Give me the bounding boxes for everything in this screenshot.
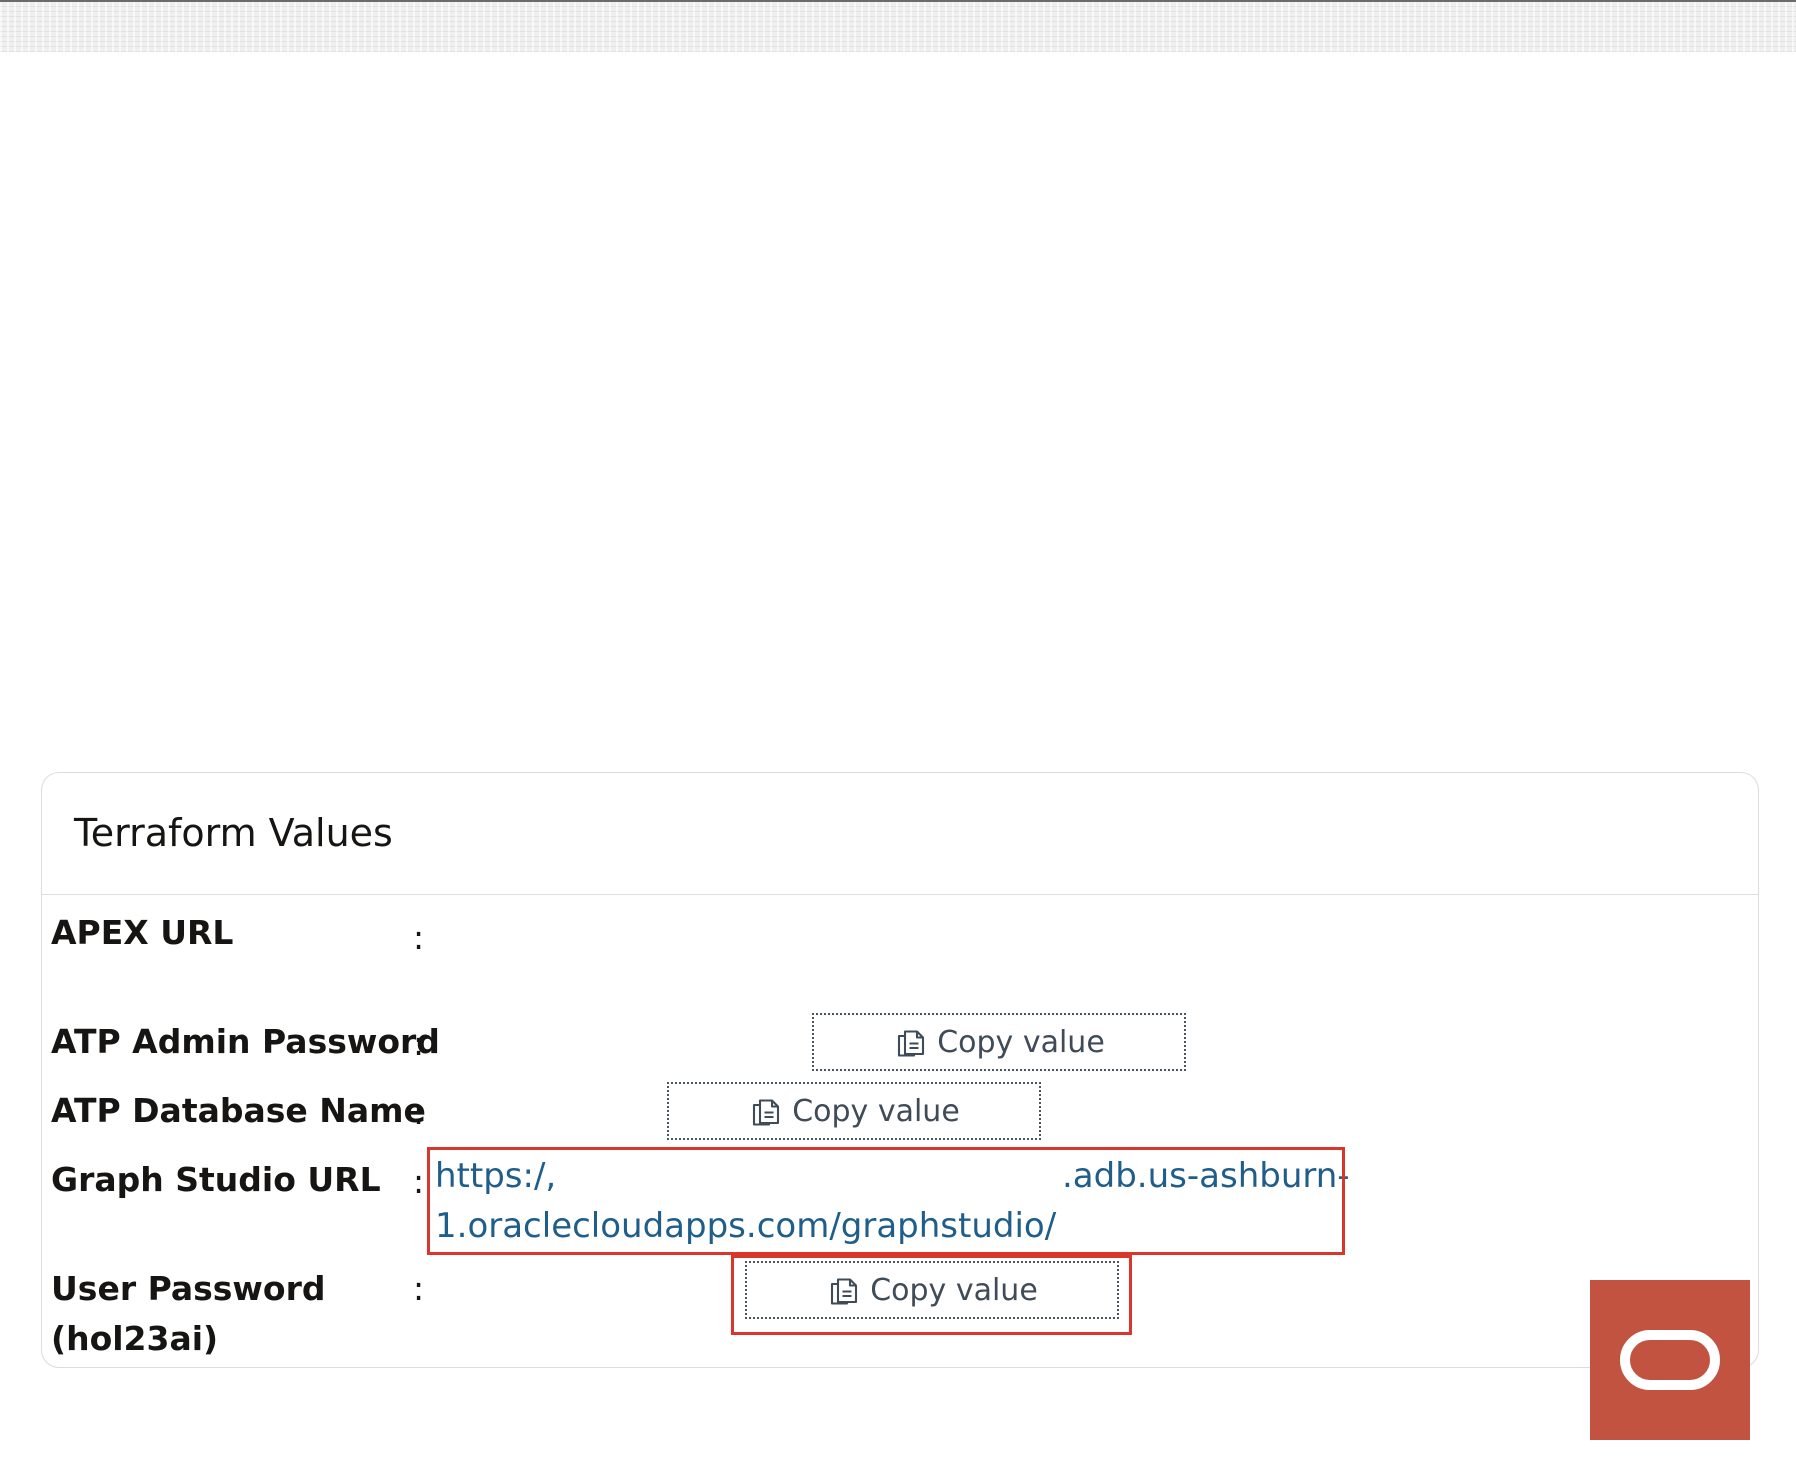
atp-database-name-label: ATP Database Name — [51, 1091, 426, 1130]
atp-database-name-separator: : — [413, 1093, 425, 1132]
apex-url-label: APEX URL — [51, 913, 234, 952]
top-texture-strip — [0, 0, 1796, 52]
graph-studio-url-label: Graph Studio URL — [51, 1160, 381, 1199]
url-part-2: .adb.us-ashburn- — [1062, 1156, 1350, 1196]
copy-button-label: Copy value — [792, 1093, 960, 1129]
atp-admin-password-copy-button[interactable]: Copy value — [812, 1013, 1186, 1071]
url-line-1: https:/, .adb.us-ashburn- — [435, 1151, 1350, 1201]
url-part-1: https:/, — [435, 1156, 557, 1196]
copy-icon — [893, 1024, 929, 1060]
user-password-copy-button[interactable]: Copy value — [745, 1261, 1119, 1319]
apex-url-separator: : — [413, 918, 425, 957]
graph-studio-url-separator: : — [413, 1162, 425, 1201]
atp-admin-password-label: ATP Admin Password — [51, 1022, 440, 1061]
oracle-logo-icon — [1620, 1330, 1720, 1390]
user-password-label-line-2: (hol23ai) — [51, 1319, 219, 1358]
panel-header: Terraform Values — [42, 773, 1758, 895]
copy-button-label: Copy value — [937, 1024, 1105, 1060]
atp-database-name-copy-button[interactable]: Copy value — [667, 1082, 1041, 1140]
atp-admin-password-separator: : — [413, 1024, 425, 1063]
panel-title: Terraform Values — [74, 811, 393, 855]
graph-studio-url-link[interactable]: https:/, .adb.us-ashburn- 1.oracleclouda… — [435, 1151, 1350, 1251]
terraform-values-panel: Terraform Values APEX URL : ATP Admin Pa… — [41, 772, 1759, 1368]
user-password-label: User Password (hol23ai) — [51, 1264, 326, 1364]
oracle-badge-button[interactable] — [1590, 1280, 1750, 1440]
url-line-2: 1.oraclecloudapps.com/graphstudio/ — [435, 1206, 1057, 1246]
user-password-separator: : — [413, 1269, 425, 1308]
copy-icon — [748, 1093, 784, 1129]
copy-button-label: Copy value — [870, 1272, 1038, 1308]
copy-icon — [826, 1272, 862, 1308]
user-password-label-line-1: User Password — [51, 1269, 326, 1308]
